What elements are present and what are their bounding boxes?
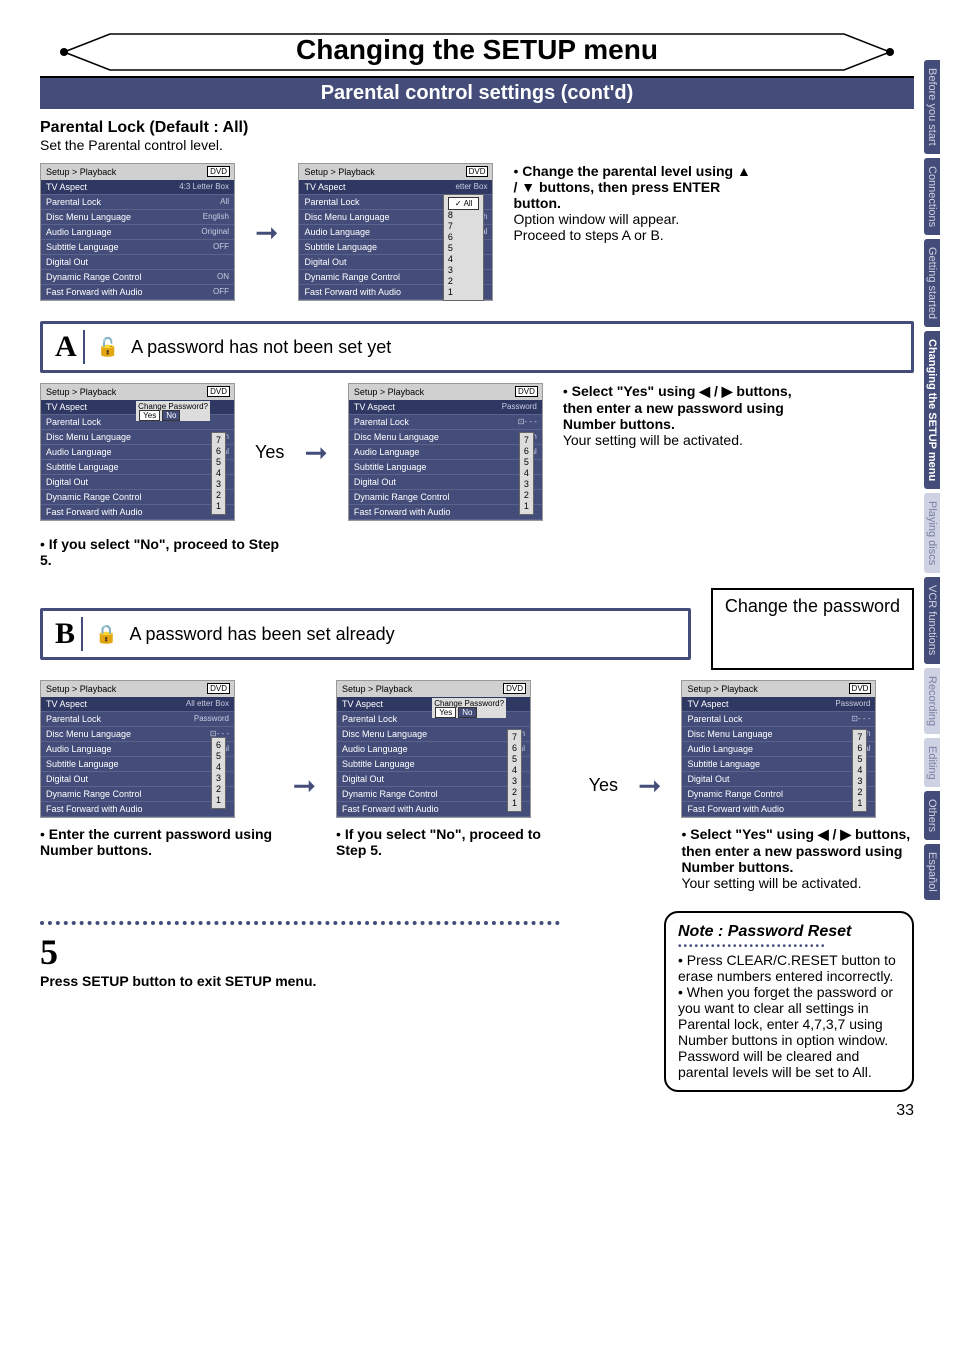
change-password-box: Change the password [711,588,914,670]
top-instruction: • Change the parental level using ▲ / ▼ … [513,163,753,243]
flow-b-header: B 🔒 A password has been set already [40,608,691,660]
b-caption-2: • If you select "No", proceed to Step 5. [336,826,569,858]
title-bracket-svg [40,30,914,74]
osd-a-password: Setup > PlaybackDVD TV AspectPassword Pa… [348,383,543,521]
a-right-instruction: • Select "Yes" using ◀ / ▶ buttons, then… [563,383,803,448]
osd-breadcrumb: Setup > Playback [46,167,116,177]
osd-b-new-password: Setup > PlaybackDVD TV AspectPassword Pa… [681,680,876,818]
flow-b-text: A password has been set already [129,624,394,645]
tab-playing-discs[interactable]: Playing discs [924,493,940,573]
page-title-banner: Changing the SETUP menu [40,30,914,70]
b-right-instruction: • Select "Yes" using ◀ / ▶ buttons, then… [681,826,914,891]
password-reset-note: Note : Password Reset ••••••••••••••••••… [664,911,914,1092]
dvd-badge: DVD [207,166,230,177]
tab-connections[interactable]: Connections [924,158,940,235]
unlock-icon: 🔓 [97,337,119,358]
yes-label-a: Yes [255,442,284,463]
osd-a-change-prompt: Setup > PlaybackDVD TV Aspect Parental L… [40,383,235,521]
arrow-right-icon: ➞ [255,216,278,249]
arrow-right-icon: ➞ [638,769,661,802]
osd-initial: Setup > PlaybackDVD TV Aspect4:3 Letter … [40,163,235,301]
side-nav-tabs: Before you start Connections Getting sta… [924,60,954,904]
yes-label-b: Yes [589,775,618,796]
osd-level-select: Setup > PlaybackDVD TV Aspectetter Box P… [298,163,493,301]
b-caption-1: • Enter the current password using Numbe… [40,826,273,858]
flow-a-header: A 🔓 A password has not been set yet [40,321,914,373]
osd-b-enter-current: Setup > PlaybackDVD TV AspectAll etter B… [40,680,235,818]
level-overlay: All 87 65 43 21 [443,194,485,301]
note-title: Note : Password Reset [678,923,900,941]
tab-recording[interactable]: Recording [924,668,940,734]
tab-changing-setup-menu[interactable]: Changing the SETUP menu [924,331,940,489]
change-password-prompt: Change Password? YesNo [136,401,210,421]
page-number: 33 [40,1102,914,1120]
step-5: 5 Press SETUP button to exit SETUP menu. [40,921,634,989]
tab-before-you-start[interactable]: Before you start [924,60,940,154]
lock-icon: 🔒 [95,624,117,645]
flow-a-text: A password has not been set yet [131,337,391,358]
step-5-text: Press SETUP button to exit SETUP menu. [40,973,316,989]
flow-b-letter: B [55,617,75,651]
a-no-caption: • If you select "No", proceed to Step 5. [40,536,280,568]
tab-espanol[interactable]: Español [924,844,940,900]
flow-a-letter: A [55,330,77,364]
section-subtitle-bar: Parental control settings (cont'd) [40,76,914,109]
tab-others[interactable]: Others [924,791,940,840]
parental-lock-sub: Set the Parental control level. [40,137,914,153]
arrow-right-icon: ➞ [304,436,327,469]
tab-getting-started[interactable]: Getting started [924,239,940,327]
tab-editing[interactable]: Editing [924,738,940,788]
tab-vcr-functions[interactable]: VCR functions [924,577,940,663]
osd-b-change-prompt: Setup > PlaybackDVD TV Aspect Parental L… [336,680,531,818]
level-overlay-small: 765 432 1 [211,432,226,515]
step-5-number: 5 [40,931,634,973]
parental-lock-heading: Parental Lock (Default : All) [40,119,914,137]
arrow-right-icon: ➞ [293,769,316,802]
